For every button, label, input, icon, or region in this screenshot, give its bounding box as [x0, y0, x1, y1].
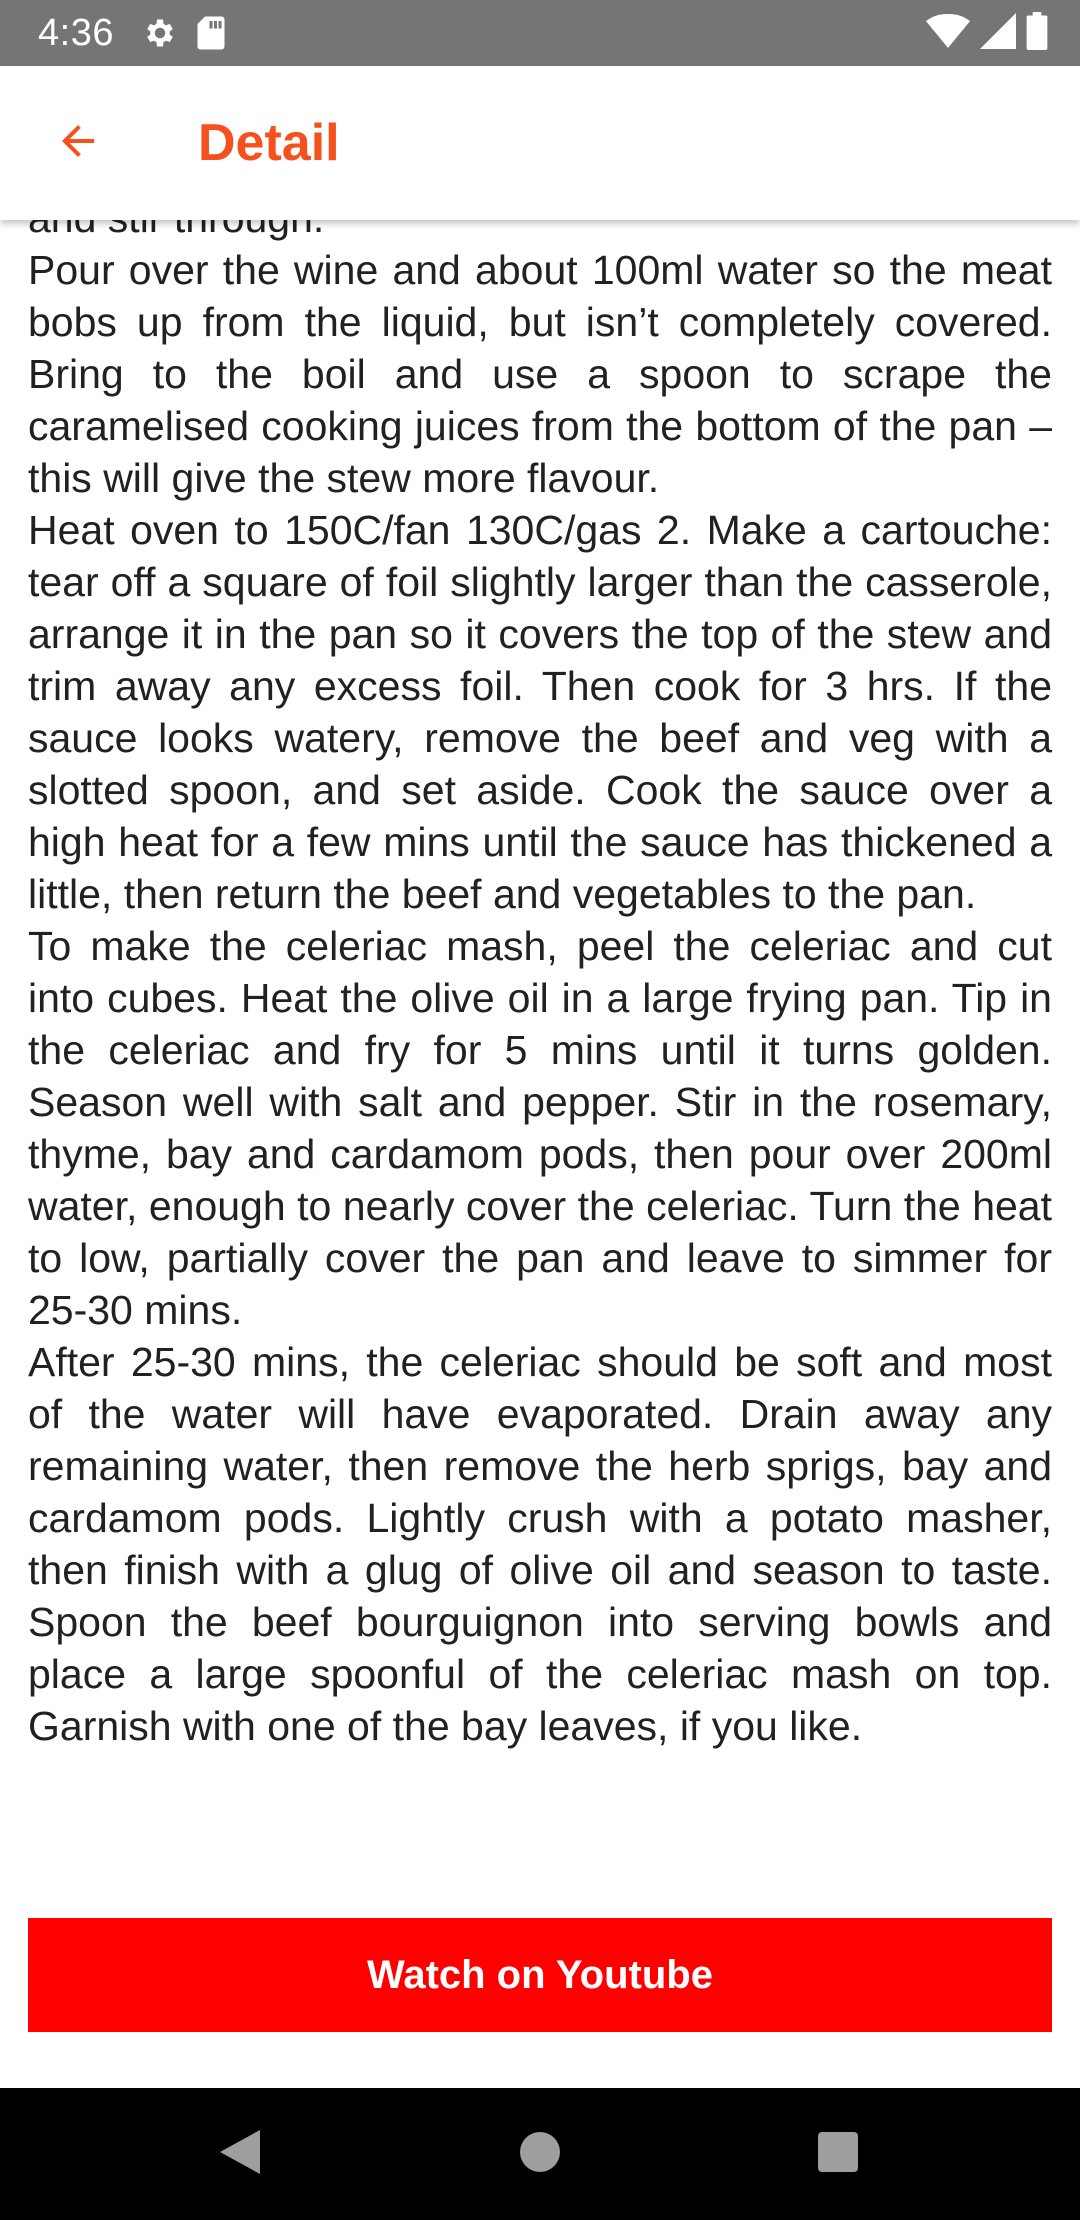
- sd-card-icon: [196, 15, 226, 51]
- signal-icon: [980, 12, 1016, 54]
- status-bar: 4:36: [0, 0, 1080, 66]
- recipe-detail-content[interactable]: and stir through. Pour over the wine and…: [0, 220, 1080, 2088]
- app-bar: Detail: [0, 66, 1080, 220]
- page-title: Detail: [198, 114, 340, 172]
- arrow-back-icon: [54, 117, 102, 170]
- watch-on-youtube-button[interactable]: Watch on Youtube: [28, 1918, 1052, 2032]
- status-right-icons: [926, 11, 1048, 55]
- back-triangle-icon: [220, 2129, 260, 2179]
- battery-icon: [1026, 11, 1048, 55]
- status-time: 4:36: [38, 11, 114, 54]
- nav-recents-button[interactable]: [800, 2116, 876, 2192]
- gear-icon: [142, 15, 178, 51]
- wifi-icon: [926, 13, 970, 54]
- nav-back-button[interactable]: [202, 2116, 278, 2192]
- navigation-bar: [0, 2088, 1080, 2220]
- recipe-instructions: and stir through. Pour over the wine and…: [28, 220, 1052, 1749]
- nav-home-button[interactable]: [502, 2116, 578, 2192]
- recents-square-icon: [818, 2131, 858, 2177]
- back-button[interactable]: [38, 103, 118, 183]
- home-circle-icon: [520, 2131, 560, 2177]
